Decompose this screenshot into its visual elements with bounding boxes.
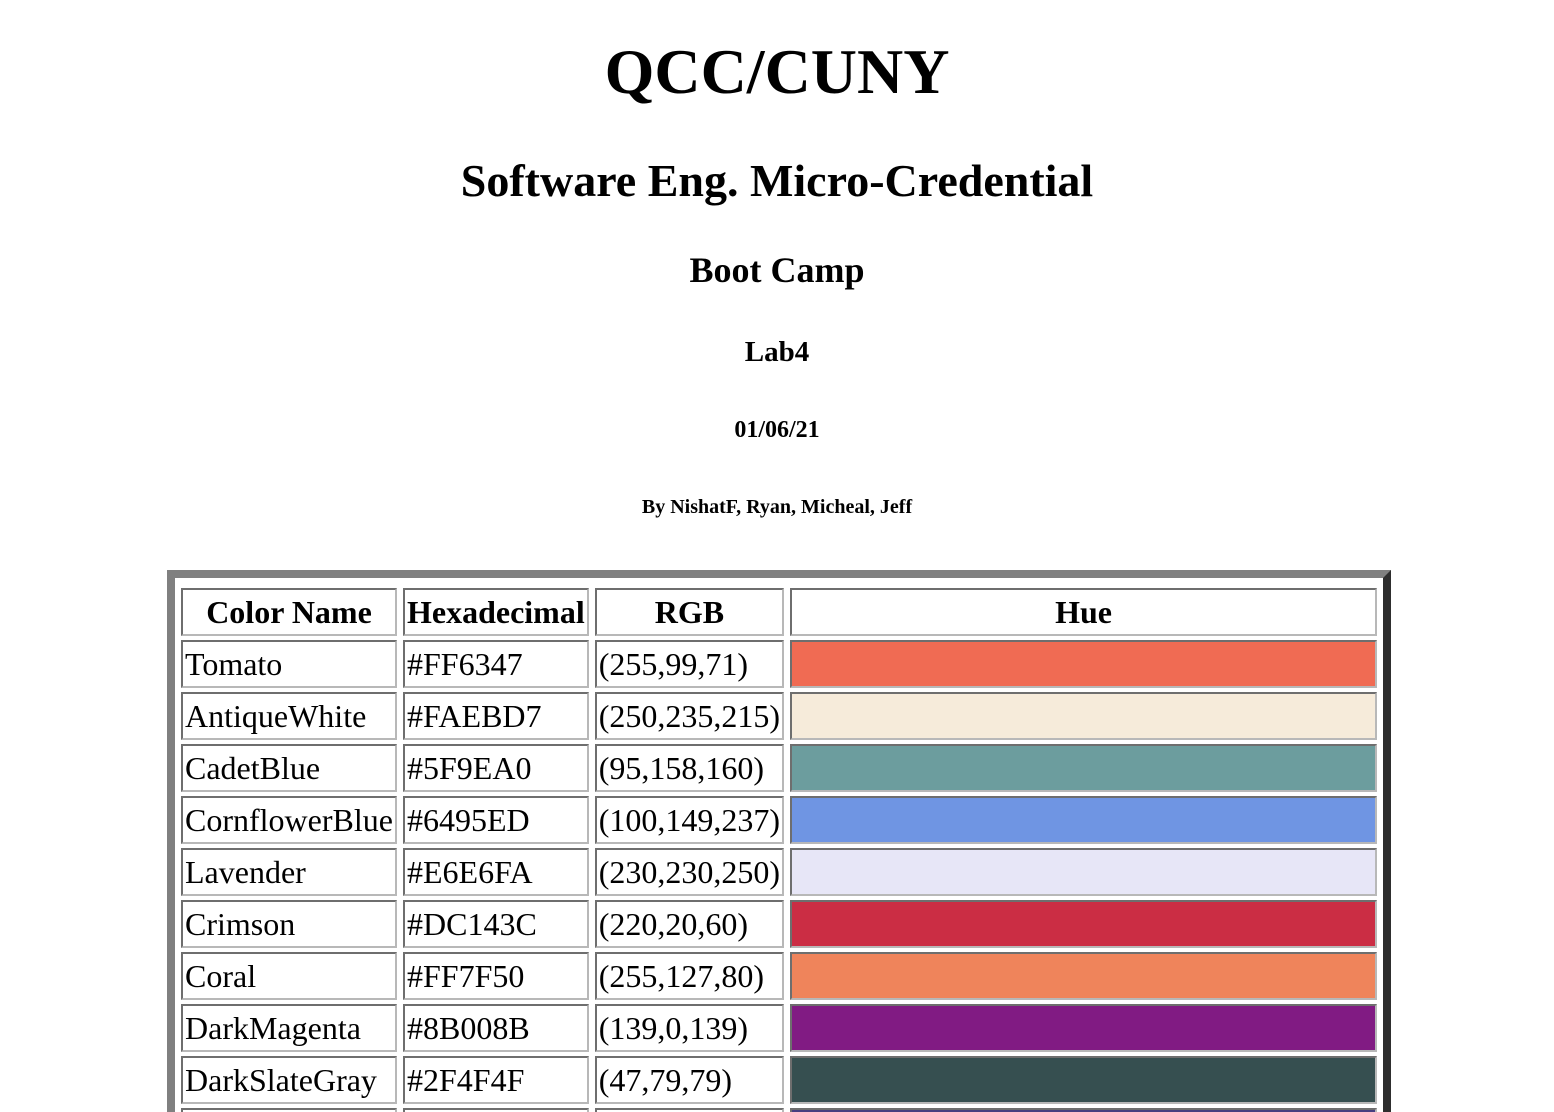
cell-rgb: (72,61,139) (594, 1108, 785, 1112)
table-row: AntiqueWhite #FAEBD7 (250,235,215) (181, 692, 1377, 740)
cell-hue-swatch (790, 900, 1377, 948)
cell-rgb: (220,20,60) (594, 900, 785, 948)
cell-color-name: DarkSlateBlue (181, 1108, 397, 1112)
cell-color-name: CornflowerBlue (181, 796, 397, 844)
table-row: Tomato #FF6347 (255,99,71) (181, 640, 1377, 688)
cell-hexadecimal: #DC143C (402, 900, 589, 948)
cell-hue-swatch (790, 1004, 1377, 1052)
cell-color-name: Crimson (181, 900, 397, 948)
page: QCC/CUNY Software Eng. Micro-Credential … (0, 0, 1554, 1112)
cell-hue-swatch (790, 952, 1377, 1000)
table-header-row: Color Name Hexadecimal RGB Hue (181, 588, 1377, 636)
cell-hexadecimal: #FF7F50 (402, 952, 589, 1000)
cell-color-name: Coral (181, 952, 397, 1000)
cell-hexadecimal: #E6E6FA (402, 848, 589, 896)
cell-rgb: (230,230,250) (594, 848, 785, 896)
cell-hue-swatch (790, 744, 1377, 792)
table-row: CornflowerBlue #6495ED (100,149,237) (181, 796, 1377, 844)
table-row: DarkMagenta #8B008B (139,0,139) (181, 1004, 1377, 1052)
header-hue: Hue (790, 588, 1377, 636)
cell-hue-swatch (790, 1056, 1377, 1104)
cell-hexadecimal: #8B008B (402, 1004, 589, 1052)
header-hexadecimal: Hexadecimal (402, 588, 589, 636)
cell-color-name: CadetBlue (181, 744, 397, 792)
table-row: Coral #FF7F50 (255,127,80) (181, 952, 1377, 1000)
cell-hue-swatch (790, 1108, 1377, 1112)
cell-rgb: (139,0,139) (594, 1004, 785, 1052)
color-table: Color Name Hexadecimal RGB Hue Tomato #FF… (175, 584, 1383, 1112)
table-row: Crimson #DC143C (220,20,60) (181, 900, 1377, 948)
table-row: DarkSlateGray #2F4F4F (47,79,79) (181, 1056, 1377, 1104)
cell-color-name: Tomato (181, 640, 397, 688)
cell-color-name: DarkMagenta (181, 1004, 397, 1052)
date-heading: 01/06/21 (734, 417, 820, 443)
page-subtitle: Software Eng. Micro-Credential (460, 155, 1094, 206)
cell-hexadecimal: #FAEBD7 (402, 692, 589, 740)
header-rgb: RGB (594, 588, 785, 636)
lab-heading: Lab4 (744, 336, 810, 368)
cell-hexadecimal: #483D8B (402, 1108, 589, 1112)
cell-hexadecimal: #2F4F4F (402, 1056, 589, 1104)
cell-hue-swatch (790, 692, 1377, 740)
cell-rgb: (255,99,71) (594, 640, 785, 688)
cell-hexadecimal: #FF6347 (402, 640, 589, 688)
program-heading: Boot Camp (689, 250, 865, 290)
page-title: QCC/CUNY (604, 36, 950, 107)
cell-hexadecimal: #6495ED (402, 796, 589, 844)
cell-hue-swatch (790, 796, 1377, 844)
authors-heading: By NishatF, Ryan, Micheal, Jeff (641, 496, 913, 518)
cell-hue-swatch (790, 640, 1377, 688)
color-table-frame: Color Name Hexadecimal RGB Hue Tomato #FF… (167, 570, 1391, 1112)
header-color-name: Color Name (181, 588, 397, 636)
table-row: Lavender #E6E6FA (230,230,250) (181, 848, 1377, 896)
cell-rgb: (250,235,215) (594, 692, 785, 740)
cell-hexadecimal: #5F9EA0 (402, 744, 589, 792)
cell-hue-swatch (790, 848, 1377, 896)
cell-rgb: (255,127,80) (594, 952, 785, 1000)
cell-color-name: DarkSlateGray (181, 1056, 397, 1104)
cell-color-name: Lavender (181, 848, 397, 896)
cell-color-name: AntiqueWhite (181, 692, 397, 740)
table-row: DarkSlateBlue #483D8B (72,61,139) (181, 1108, 1377, 1112)
cell-rgb: (47,79,79) (594, 1056, 785, 1104)
table-row: CadetBlue #5F9EA0 (95,158,160) (181, 744, 1377, 792)
table-body: Tomato #FF6347 (255,99,71) AntiqueWhite #FAE… (181, 640, 1377, 1112)
cell-rgb: (100,149,237) (594, 796, 785, 844)
cell-rgb: (95,158,160) (594, 744, 785, 792)
